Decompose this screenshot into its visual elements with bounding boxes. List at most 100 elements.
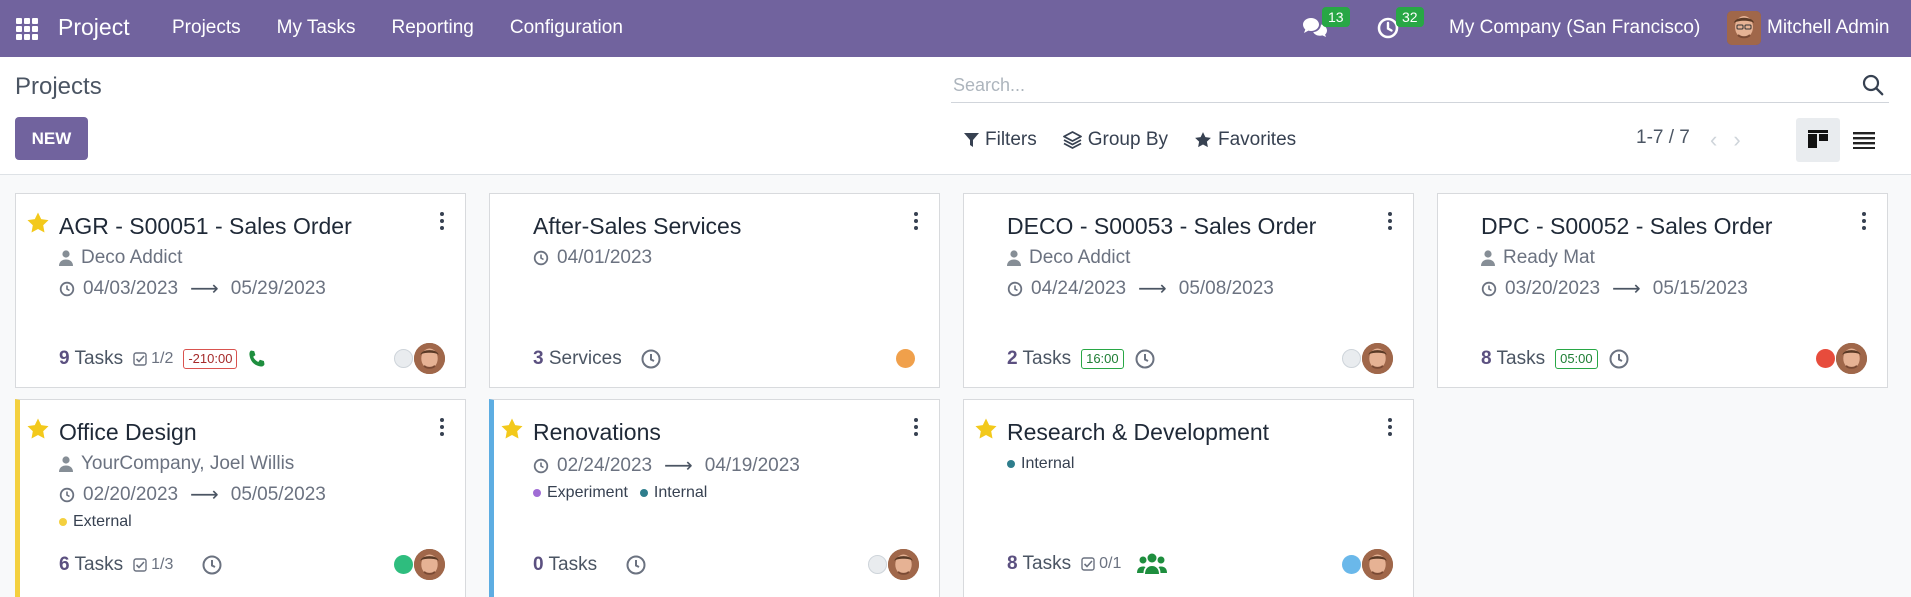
project-dates: 04/24/2023 ⟶ 05/08/2023	[1007, 276, 1274, 301]
project-title[interactable]: Research & Development	[1007, 419, 1269, 446]
task-count[interactable]: 6 Tasks	[59, 554, 123, 576]
task-count[interactable]: 0 Tasks	[533, 554, 597, 576]
search-options: Filters Group By Favorites	[964, 129, 1296, 151]
tag: Internal	[639, 484, 707, 502]
service-count[interactable]: 3 Services	[533, 348, 622, 370]
card-menu-icon[interactable]	[913, 418, 919, 436]
menu-configuration[interactable]: Configuration	[510, 17, 623, 39]
milestone-progress: 1/3	[133, 556, 173, 574]
card-menu-icon[interactable]	[1387, 212, 1393, 230]
project-card[interactable]: DPC - S00052 - Sales Order Ready Mat 03/…	[1437, 193, 1888, 388]
task-count[interactable]: 9 Tasks	[59, 348, 123, 370]
card-menu-icon[interactable]	[1387, 418, 1393, 436]
activity-clock-icon[interactable]	[201, 554, 223, 576]
activity-clock-icon[interactable]	[640, 348, 662, 370]
date-arrow-icon: ⟶	[1138, 278, 1167, 300]
activity-clock-icon[interactable]	[625, 554, 647, 576]
activities-count-badge: 32	[1396, 7, 1424, 27]
card-menu-icon[interactable]	[913, 212, 919, 230]
task-count[interactable]: 8 Tasks	[1481, 348, 1545, 370]
pager-value[interactable]: 1-7 / 7	[1636, 127, 1690, 149]
messages-button[interactable]: 13	[1302, 7, 1350, 40]
project-manager-avatar[interactable]	[1836, 343, 1867, 374]
card-footer: 3 Services	[533, 348, 662, 370]
person-icon	[1007, 250, 1021, 266]
project-title[interactable]: AGR - S00051 - Sales Order	[59, 213, 352, 240]
layers-icon	[1062, 131, 1082, 149]
project-title[interactable]: Renovations	[533, 419, 661, 446]
project-card[interactable]: AGR - S00051 - Sales Order Deco Addict 0…	[15, 193, 466, 388]
pager-next-icon[interactable]: ›	[1733, 127, 1740, 153]
task-count[interactable]: 8 Tasks	[1007, 553, 1071, 575]
status-dot[interactable]	[868, 555, 887, 574]
group-users-icon[interactable]	[1137, 552, 1168, 576]
project-card[interactable]: Renovations 02/24/2023 ⟶ 04/19/2023 Expe…	[489, 399, 940, 597]
project-title[interactable]: DPC - S00052 - Sales Order	[1481, 213, 1772, 240]
card-menu-icon[interactable]	[1861, 212, 1867, 230]
project-card[interactable]: After-Sales Services 04/01/2023 3 Servic…	[489, 193, 940, 388]
search-input[interactable]	[953, 71, 1833, 99]
project-manager-avatar[interactable]	[888, 549, 919, 580]
project-title[interactable]: After-Sales Services	[533, 213, 741, 240]
phone-icon[interactable]	[247, 349, 267, 369]
card-menu-icon[interactable]	[439, 212, 445, 230]
menu-reporting[interactable]: Reporting	[391, 17, 473, 39]
messages-count-badge: 13	[1322, 7, 1350, 27]
project-card[interactable]: DECO - S00053 - Sales Order Deco Addict …	[963, 193, 1414, 388]
favorite-star-icon[interactable]	[26, 211, 50, 235]
remaining-hours-badge: 16:00	[1081, 349, 1124, 369]
project-manager-avatar[interactable]	[414, 343, 445, 374]
card-footer: 6 Tasks 1/3	[59, 554, 223, 576]
filters-button[interactable]: Filters	[964, 129, 1037, 151]
milestone-progress: 1/2	[133, 350, 173, 368]
pager-previous-icon[interactable]: ‹	[1710, 127, 1717, 153]
user-name[interactable]: Mitchell Admin	[1767, 17, 1890, 39]
person-icon	[59, 250, 73, 266]
menu-projects[interactable]: Projects	[172, 17, 241, 39]
status-dot[interactable]	[896, 349, 915, 368]
user-avatar[interactable]	[1727, 11, 1761, 45]
card-menu-icon[interactable]	[439, 418, 445, 436]
kanban-view-button[interactable]	[1796, 118, 1840, 162]
project-manager-avatar[interactable]	[414, 549, 445, 580]
status-dot[interactable]	[1816, 349, 1835, 368]
date-arrow-icon: ⟶	[1612, 278, 1641, 300]
status-dot[interactable]	[1342, 555, 1361, 574]
control-panel: Projects NEW Filters Group By Favorites …	[0, 57, 1911, 175]
milestone-progress: 0/1	[1081, 555, 1121, 573]
status-dot[interactable]	[1342, 349, 1361, 368]
menu-my-tasks[interactable]: My Tasks	[277, 17, 356, 39]
company-switcher[interactable]: My Company (San Francisco)	[1449, 17, 1700, 39]
status-dot[interactable]	[394, 555, 413, 574]
card-footer: 0 Tasks	[533, 554, 647, 576]
task-count[interactable]: 2 Tasks	[1007, 348, 1071, 370]
activity-clock-icon[interactable]	[1134, 348, 1156, 370]
apps-menu-icon[interactable]	[16, 18, 38, 40]
clock-icon	[1007, 281, 1023, 296]
app-brand[interactable]: Project	[58, 14, 130, 41]
project-title[interactable]: Office Design	[59, 419, 197, 446]
activities-button[interactable]: 32	[1376, 7, 1424, 40]
filter-icon	[964, 133, 979, 147]
status-dot[interactable]	[394, 349, 413, 368]
favorite-star-icon[interactable]	[26, 417, 50, 441]
activity-clock-icon[interactable]	[1608, 348, 1630, 370]
project-card[interactable]: Research & Development Internal 8 Tasks …	[963, 399, 1414, 597]
clock-icon	[59, 281, 75, 296]
project-dates: 04/03/2023 ⟶ 05/29/2023	[59, 276, 326, 301]
favorite-star-icon[interactable]	[974, 417, 998, 441]
project-dates: 02/20/2023 ⟶ 05/05/2023	[59, 482, 326, 507]
project-manager-avatar[interactable]	[1362, 343, 1393, 374]
project-card[interactable]: Office Design YourCompany, Joel Willis 0…	[15, 399, 466, 597]
project-manager-avatar[interactable]	[1362, 549, 1393, 580]
pager-nav: ‹ ›	[1710, 127, 1741, 153]
favorite-star-icon[interactable]	[500, 417, 524, 441]
user-photo-icon	[1727, 11, 1761, 45]
favorites-button[interactable]: Favorites	[1194, 129, 1296, 151]
new-button[interactable]: NEW	[15, 117, 88, 160]
list-view-button[interactable]	[1842, 118, 1886, 162]
checkbox-icon	[133, 352, 147, 366]
group-by-button[interactable]: Group By	[1062, 129, 1168, 151]
project-title[interactable]: DECO - S00053 - Sales Order	[1007, 213, 1316, 240]
search-icon[interactable]	[1861, 73, 1885, 97]
